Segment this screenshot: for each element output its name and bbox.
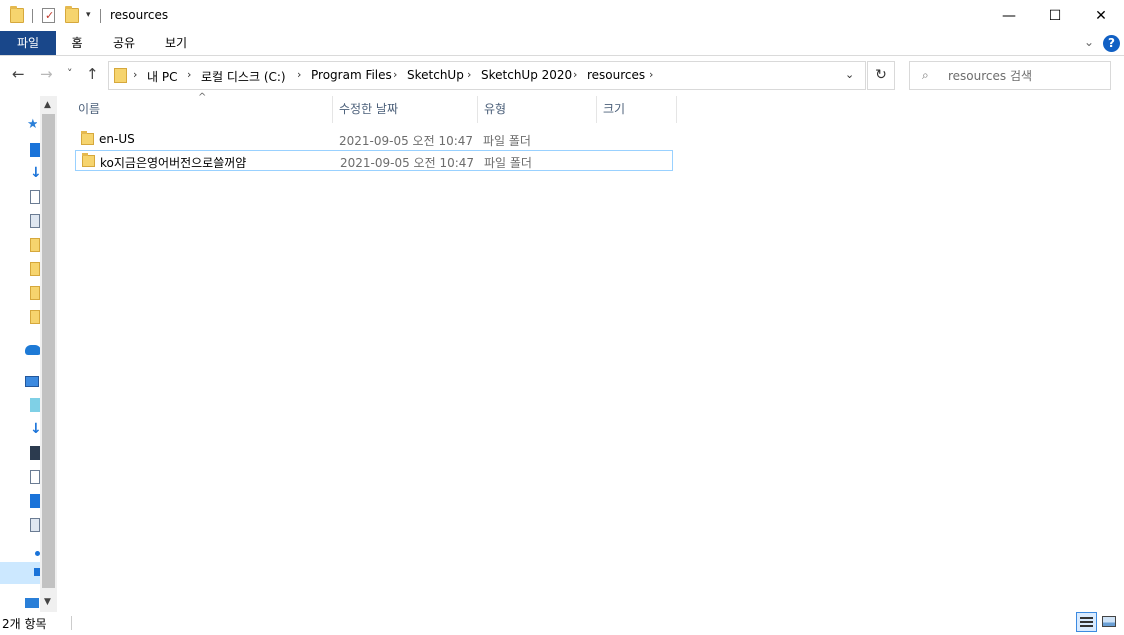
folder-icon[interactable]	[30, 286, 40, 300]
details-view-button[interactable]	[1076, 612, 1097, 632]
folder-icon	[81, 131, 94, 145]
breadcrumb-separator[interactable]: ›	[297, 68, 301, 81]
file-list[interactable]: 이름 ^ 수정한 날짜 유형 크기 en-US 2021-09-05 오전 10…	[58, 92, 1124, 612]
file-row[interactable]: en-US 2021-09-05 오전 10:47 파일 폴더	[75, 129, 673, 150]
scrollbar-thumb[interactable]	[42, 114, 55, 588]
file-modified: 2021-09-05 오전 10:47	[339, 134, 474, 148]
title-bar: ✓ ▾ resources — ☐ ✕	[0, 0, 1124, 31]
downloads-icon[interactable]: ↓	[30, 422, 40, 436]
close-button[interactable]: ✕	[1078, 0, 1124, 31]
details-view-icon	[1080, 617, 1093, 627]
checkmark-icon: ✓	[45, 9, 55, 22]
tab-file[interactable]: 파일	[0, 31, 56, 55]
folder-icon	[82, 153, 95, 167]
tab-share[interactable]: 공유	[104, 31, 144, 55]
desktop-icon[interactable]	[30, 143, 40, 157]
folder-icon[interactable]	[30, 310, 40, 324]
breadcrumb-separator[interactable]: ›	[573, 68, 577, 81]
downloads-icon[interactable]: ↓	[30, 166, 40, 180]
tab-home[interactable]: 홈	[60, 31, 94, 55]
recent-locations-button[interactable]: ˅	[67, 67, 73, 80]
column-header-type[interactable]: 유형	[478, 96, 596, 123]
navigation-pane[interactable]: ★ ↓ ↓ ▲ ▼	[0, 96, 58, 612]
address-bar[interactable]: › 내 PC › 로컬 디스크 (C:) › Program Files › S…	[108, 61, 866, 90]
search-input[interactable]	[948, 67, 1106, 85]
folder-icon[interactable]	[30, 262, 40, 276]
quick-access-star-icon[interactable]: ★	[27, 118, 37, 132]
search-box[interactable]: ⌕	[909, 61, 1111, 90]
this-pc-icon[interactable]	[25, 376, 39, 387]
column-divider[interactable]	[676, 96, 677, 123]
breadcrumb-sketchup-2020[interactable]: SketchUp 2020	[481, 68, 572, 82]
ribbon-tabs: 파일 홈 공유 보기 ⌄ ?	[0, 31, 1124, 56]
status-bar: 2개 항목	[0, 612, 1124, 635]
folder-icon[interactable]	[30, 238, 40, 252]
window-title: resources	[110, 8, 169, 22]
network-icon[interactable]	[25, 598, 39, 608]
file-name[interactable]: ko지금은영어버전으로쓸꺼얌	[100, 154, 246, 171]
scroll-down-icon[interactable]: ▼	[44, 597, 51, 607]
desktop-icon[interactable]	[30, 494, 40, 508]
file-row[interactable]: ko지금은영어버전으로쓸꺼얌 2021-09-05 오전 10:47 파일 폴더	[75, 150, 673, 171]
quick-access-divider	[32, 9, 33, 23]
navigation-row: ← → ˅ ↑ › 내 PC › 로컬 디스크 (C:) › Program F…	[0, 56, 1124, 96]
breadcrumb-sketchup[interactable]: SketchUp	[407, 68, 464, 82]
3d-objects-icon[interactable]	[30, 398, 40, 412]
sort-ascending-icon: ^	[198, 92, 207, 103]
file-type: 파일 폴더	[484, 156, 532, 170]
back-button[interactable]: ←	[12, 65, 25, 83]
expand-ribbon-button[interactable]: ⌄	[1084, 35, 1094, 49]
column-header-size[interactable]: 크기	[597, 96, 676, 123]
file-explorer-window: ✓ ▾ resources — ☐ ✕ 파일 홈 공유 보기 ⌄ ? ← → ˅…	[0, 0, 1124, 635]
breadcrumb-program-files[interactable]: Program Files	[311, 68, 392, 82]
properties-quick-access-button[interactable]: ✓	[42, 8, 55, 23]
customize-quick-access-dropdown[interactable]: ▾	[86, 10, 91, 20]
pictures-icon[interactable]	[30, 518, 40, 532]
breadcrumb-separator[interactable]: ›	[187, 68, 191, 81]
onedrive-cloud-icon[interactable]	[25, 345, 41, 355]
file-name[interactable]: en-US	[99, 132, 135, 146]
forward-button[interactable]: →	[40, 65, 53, 83]
breadcrumb-separator[interactable]: ›	[467, 68, 471, 81]
maximize-button[interactable]: ☐	[1032, 0, 1078, 31]
folder-icon	[10, 6, 24, 23]
breadcrumb-separator[interactable]: ›	[649, 68, 653, 81]
nav-scrollbar[interactable]: ▲ ▼	[40, 96, 57, 612]
folder-icon	[114, 68, 127, 83]
item-count: 2개 항목	[2, 617, 47, 631]
documents-icon[interactable]	[30, 190, 40, 204]
file-type: 파일 폴더	[483, 134, 531, 148]
new-folder-quick-access-button[interactable]	[65, 6, 79, 23]
scroll-up-icon[interactable]: ▲	[44, 100, 51, 110]
breadcrumb-separator[interactable]: ›	[393, 68, 397, 81]
refresh-button[interactable]: ↻	[867, 61, 895, 90]
videos-icon[interactable]	[30, 446, 40, 460]
large-icons-view-button[interactable]	[1099, 612, 1120, 632]
breadcrumb-this-pc[interactable]: 내 PC	[147, 68, 177, 85]
status-divider	[71, 616, 72, 630]
breadcrumb-separator[interactable]: ›	[133, 68, 137, 81]
file-modified: 2021-09-05 오전 10:47	[340, 156, 475, 170]
help-icon[interactable]: ?	[1103, 35, 1120, 52]
tab-view[interactable]: 보기	[156, 31, 196, 55]
title-divider	[100, 9, 101, 23]
large-icons-view-icon	[1102, 616, 1116, 627]
pictures-icon[interactable]	[30, 214, 40, 228]
minimize-button[interactable]: —	[986, 0, 1032, 31]
breadcrumb-local-disk[interactable]: 로컬 디스크 (C:)	[201, 68, 286, 85]
documents-icon[interactable]	[30, 470, 40, 484]
column-header-modified[interactable]: 수정한 날짜	[333, 96, 477, 123]
search-icon: ⌕	[922, 68, 929, 82]
up-button[interactable]: ↑	[86, 65, 99, 83]
breadcrumb-resources[interactable]: resources	[587, 68, 645, 82]
address-history-dropdown[interactable]: ⌄	[845, 68, 854, 81]
